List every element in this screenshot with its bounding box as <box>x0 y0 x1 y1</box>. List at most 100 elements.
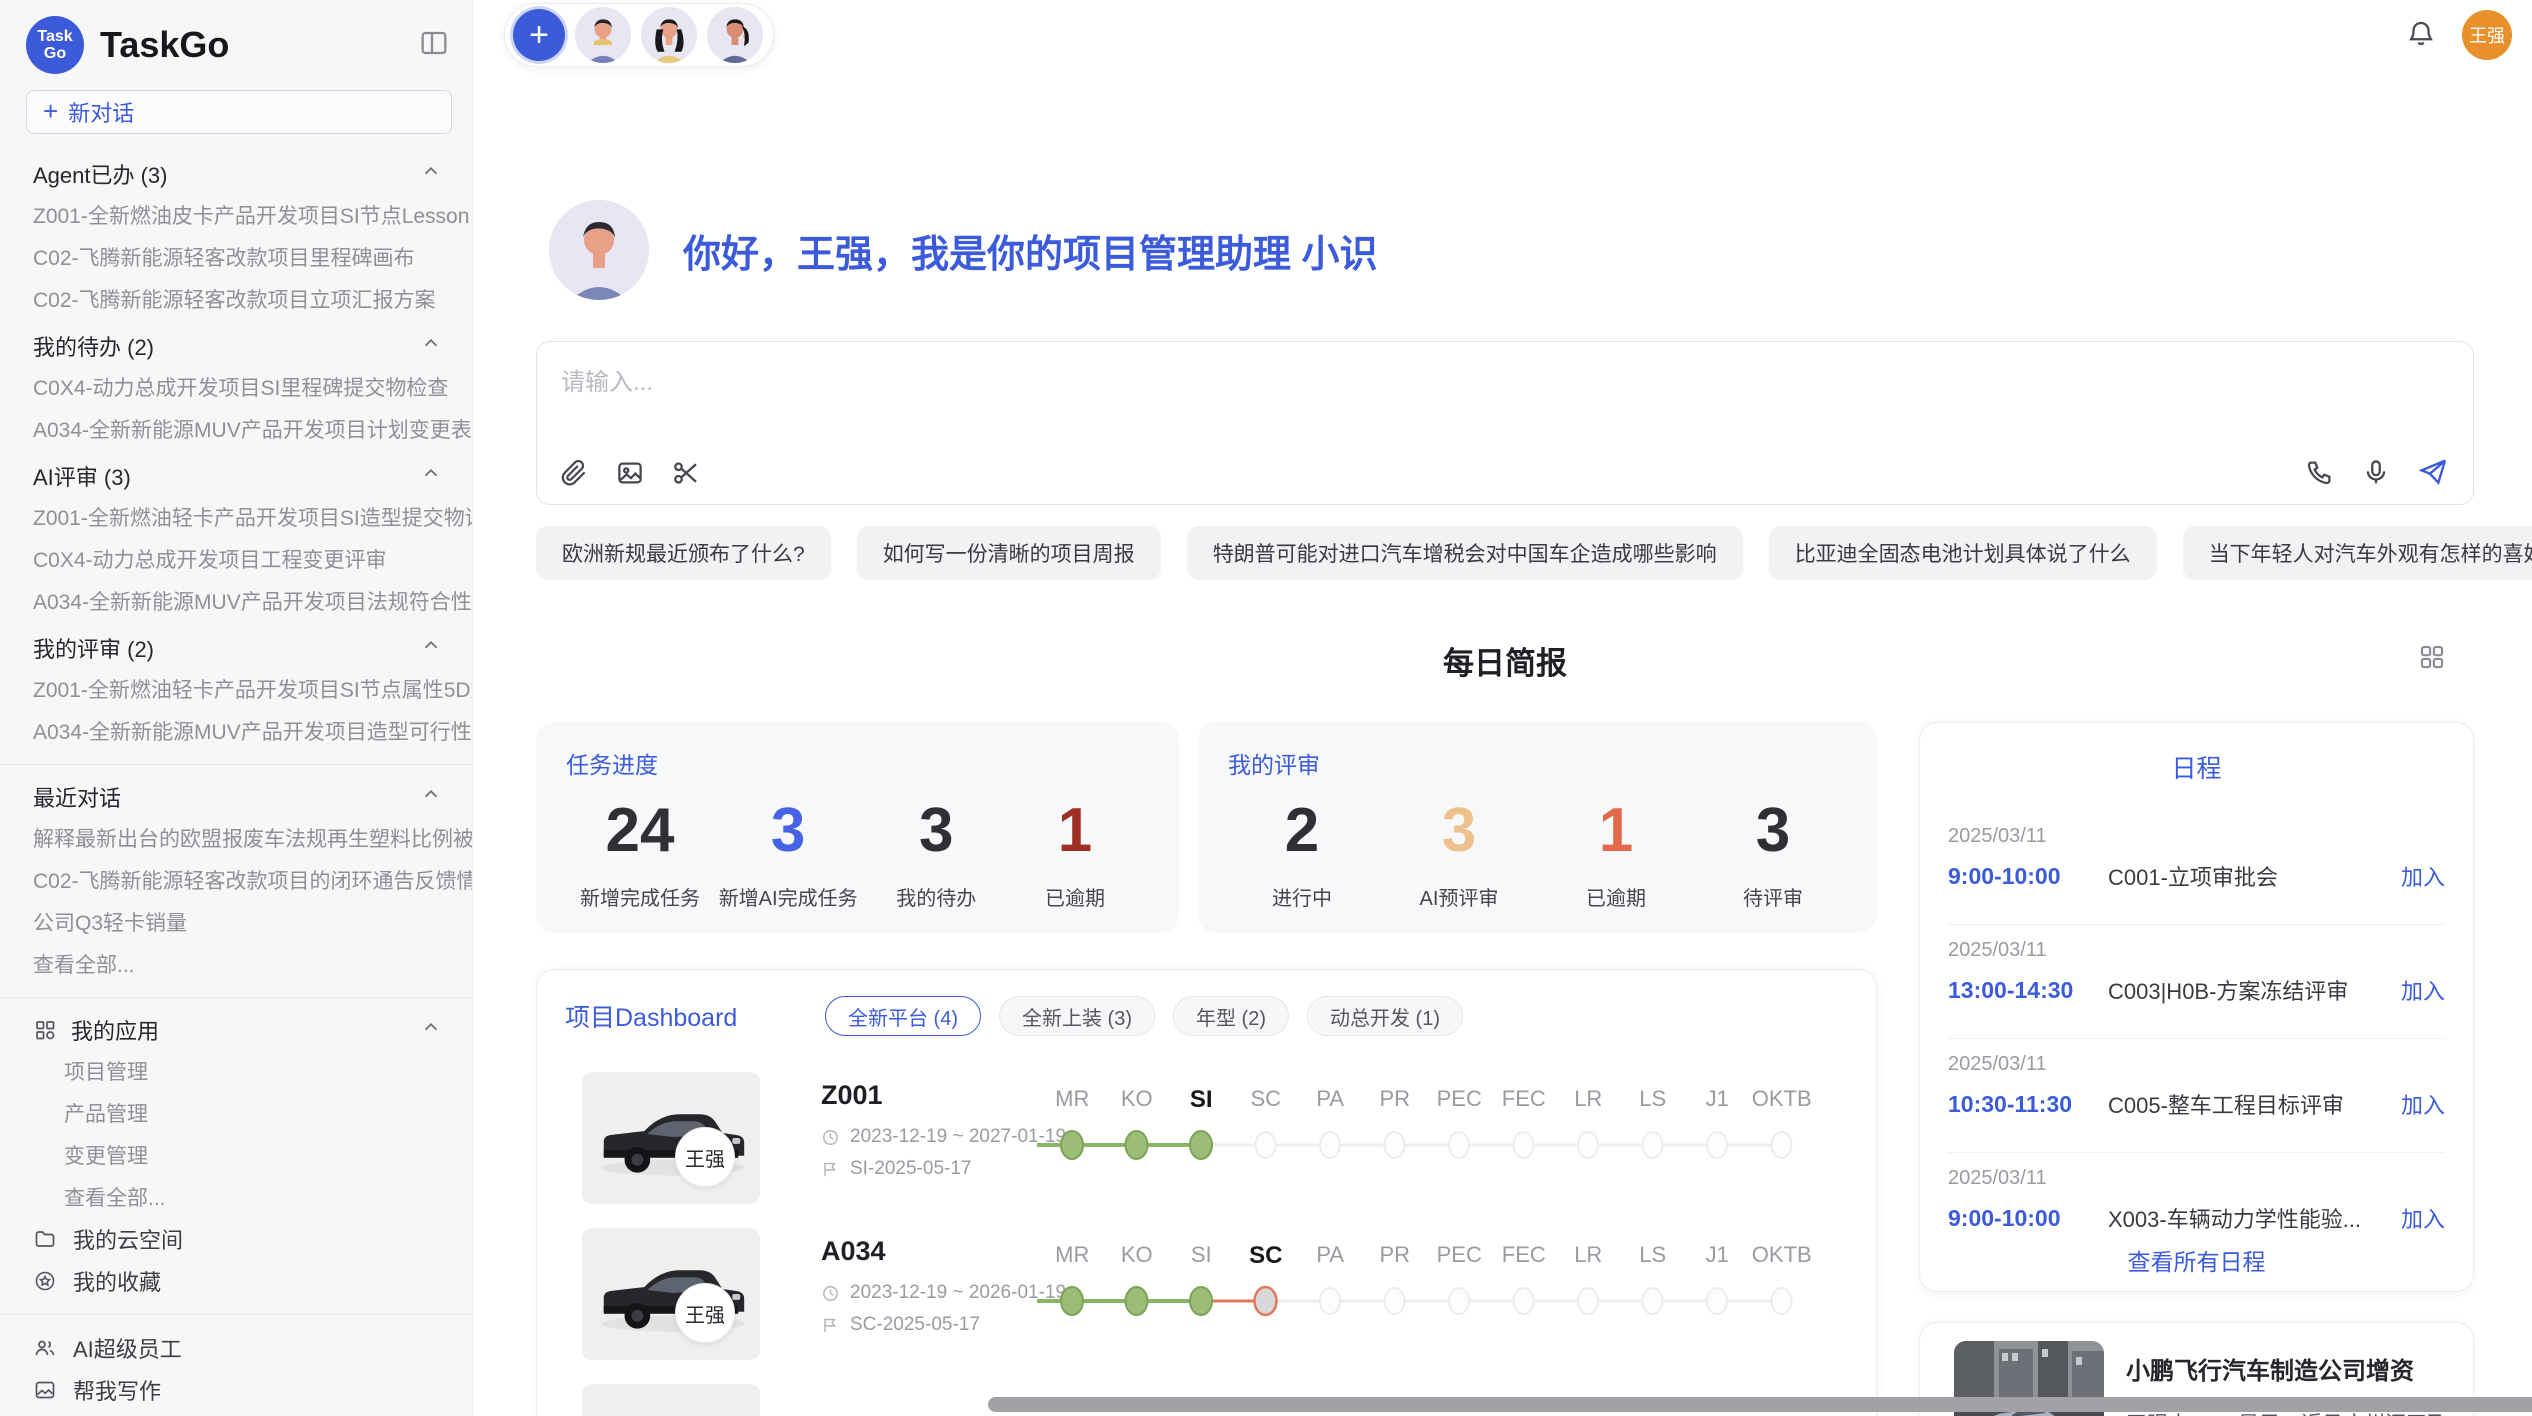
schedule-title: 日程 <box>1920 749 2473 785</box>
recent-conversation-item[interactable]: C02-飞腾新能源轻客改款项目的闭环通告反馈情况 <box>0 859 472 901</box>
app-item[interactable]: 变更管理 <box>0 1134 472 1176</box>
project-name[interactable]: Z001 <box>821 1080 883 1111</box>
chevron-up-icon[interactable] <box>420 332 442 360</box>
project-flag: SC-2025-05-17 <box>821 1314 980 1336</box>
dashboard-filter-chip[interactable]: 年型 (2) <box>1173 996 1289 1036</box>
clock-icon <box>821 1284 840 1303</box>
app-item[interactable]: 项目管理 <box>0 1050 472 1092</box>
schedule-event: 2025/03/1110:30-11:30C005-整车工程目标评审加入 <box>1948 1039 2445 1153</box>
suggestion-chips: 欧洲新规最近颁布了什么? 如何写一份清晰的项目周报特朗普可能对进口汽车增税会对中国… <box>536 526 2474 580</box>
stat-value: 24 <box>606 794 675 868</box>
owner-badge: 王强 <box>675 1283 735 1343</box>
event-time: 9:00-10:00 <box>1948 1205 2108 1232</box>
sidebar-section-my-apps-label: 我的应用 <box>71 1014 420 1046</box>
suggestion-chip[interactable]: 如何写一份清晰的项目周报 <box>857 526 1161 580</box>
project-image <box>582 1228 760 1360</box>
microphone-icon[interactable] <box>2361 457 2391 487</box>
sidebar-task-item[interactable]: C02-飞腾新能源轻客改款项目里程碑画布 <box>0 236 472 278</box>
sidebar-task-item[interactable]: Z001-全新燃油轻卡产品开发项目SI节点属性5D文件评审 <box>0 668 472 710</box>
milestone-track <box>1037 1280 1827 1327</box>
suggestion-chip[interactable]: 比亚迪全固态电池计划具体说了什么 <box>1769 526 2157 580</box>
project-name[interactable]: A034 <box>821 1236 886 1267</box>
voice-call-icon[interactable] <box>2305 457 2335 487</box>
milestone-label: PA <box>1298 1086 1363 1114</box>
attachment-icon[interactable] <box>559 458 589 488</box>
new-chat-button[interactable]: + 新对话 <box>26 90 452 134</box>
agent-avatar-2[interactable] <box>641 7 697 63</box>
join-button[interactable]: 加入 <box>2401 974 2445 1006</box>
sidebar-task-item[interactable]: C0X4-动力总成开发项目SI里程碑提交物检查 <box>0 366 472 408</box>
join-button[interactable]: 加入 <box>2401 1202 2445 1234</box>
collapse-sidebar-icon[interactable] <box>418 27 450 64</box>
sidebar-item-star[interactable]: 我的收藏 <box>0 1260 472 1302</box>
notification-bell-icon[interactable] <box>2406 18 2436 53</box>
suggestion-chip[interactable]: 当下年轻人对汽车外观有怎样的喜好趋势 <box>2183 526 2532 580</box>
composer-placeholder: 请输入... <box>561 362 653 397</box>
divider <box>0 764 472 765</box>
chevron-up-icon[interactable] <box>420 634 442 662</box>
composer-right-icons <box>2305 456 2449 488</box>
milestone-label: FEC <box>1492 1086 1557 1114</box>
milestone-label: LR <box>1556 1242 1621 1270</box>
stat-value: 2 <box>1285 794 1319 868</box>
project-row: 王强Z0012023-12-19 ~ 2027-01-19SI-2025-05-… <box>537 1072 1876 1232</box>
sidebar-task-item[interactable]: C02-飞腾新能源轻客改款项目立项汇报方案 <box>0 278 472 320</box>
send-icon[interactable] <box>2417 456 2449 488</box>
schedule-event: 2025/03/119:00-10:00C001-立项审批会加入 <box>1948 811 2445 925</box>
dashboard-filter-chip[interactable]: 动总开发 (1) <box>1307 996 1463 1036</box>
sidebar-item-folder[interactable]: 我的云空间 <box>0 1218 472 1260</box>
chat-composer[interactable]: 请输入... <box>536 341 2474 505</box>
stat-value: 3 <box>1442 794 1476 868</box>
chevron-up-icon[interactable] <box>420 160 442 188</box>
apps-view-all[interactable]: 查看全部... <box>0 1176 472 1218</box>
sidebar-task-item[interactable]: A034-全新新能源MUV产品开发项目造型可行性评审 <box>0 710 472 752</box>
composer-left-icons <box>559 458 701 488</box>
sidebar-tool-item[interactable]: 创意制图 <box>0 1411 472 1416</box>
stat: 3AI预评审 <box>1399 794 1519 911</box>
sidebar-tool-item[interactable]: 帮我写作 <box>0 1369 472 1411</box>
recent-conversation-item[interactable]: 公司Q3轻卡销量 <box>0 901 472 943</box>
agent-avatar-1[interactable] <box>575 7 631 63</box>
event-time: 13:00-14:30 <box>1948 977 2108 1004</box>
dashboard-title: 项目Dashboard <box>565 998 825 1034</box>
horizontal-scrollbar[interactable] <box>988 1397 2532 1412</box>
milestone-label: MR <box>1040 1086 1105 1114</box>
divider <box>0 997 472 998</box>
recent-conversation-item[interactable]: 解释最新出台的欧盟报废车法规再生塑料比例被调至15%... <box>0 817 472 859</box>
join-button[interactable]: 加入 <box>2401 1088 2445 1120</box>
recent-view-all[interactable]: 查看全部... <box>0 943 472 985</box>
app-item[interactable]: 产品管理 <box>0 1092 472 1134</box>
agent-avatar-3[interactable] <box>707 7 763 63</box>
dashboard-filter-chip[interactable]: 全新上装 (3) <box>999 996 1155 1036</box>
event-time: 9:00-10:00 <box>1948 863 2108 890</box>
stat-value: 3 <box>919 794 953 868</box>
user-avatar[interactable]: 王强 <box>2462 10 2512 60</box>
project-dates: 2023-12-19 ~ 2027-01-19 <box>821 1126 1066 1148</box>
sidebar-tool-item[interactable]: AI超级员工 <box>0 1327 472 1369</box>
stat-card-title: 任务进度 <box>566 746 1149 780</box>
sidebar-section-0: Agent已办 (3) <box>0 154 472 194</box>
milestone-label: PR <box>1363 1242 1428 1270</box>
chevron-up-icon[interactable] <box>420 462 442 490</box>
join-button[interactable]: 加入 <box>2401 860 2445 892</box>
dashboard-filter-chip[interactable]: 全新平台 (4) <box>825 996 981 1036</box>
sidebar-task-item[interactable]: A034-全新新能源MUV产品开发项目计划变更表编写 <box>0 408 472 450</box>
suggestion-chip[interactable]: 特朗普可能对进口汽车增税会对中国车企造成哪些影响 <box>1187 526 1743 580</box>
suggestion-chip[interactable]: 欧洲新规最近颁布了什么? <box>536 526 831 580</box>
view-all-schedule-link[interactable]: 查看所有日程 <box>1920 1243 2473 1277</box>
chevron-up-icon[interactable] <box>420 783 442 811</box>
agent-quick-bar: + <box>504 3 774 67</box>
sidebar-task-item[interactable]: A034-全新新能源MUV产品开发项目法规符合性评审 <box>0 580 472 622</box>
chevron-up-icon[interactable] <box>420 1016 442 1044</box>
insert-image-icon[interactable] <box>615 458 645 488</box>
layout-grid-icon[interactable] <box>2417 642 2447 677</box>
logo-line2: Go <box>44 45 66 62</box>
sidebar-section-1: 我的待办 (2) <box>0 326 472 366</box>
sidebar-task-item[interactable]: Z001-全新燃油轻卡产品开发项目SI造型提交物评审 <box>0 496 472 538</box>
add-agent-button[interactable]: + <box>513 9 565 61</box>
project-dashboard-card: 项目Dashboard 全新平台 (4) 全新上装 (3) 年型 (2) 动总开发 (… <box>536 969 1877 1416</box>
sidebar-task-item[interactable]: Z001-全新燃油皮卡产品开发项目SI节点Lesson Learn报告 <box>0 194 472 236</box>
dashboard-header: 项目Dashboard 全新平台 (4) 全新上装 (3) 年型 (2) 动总开发 (… <box>537 970 1876 1036</box>
sidebar-task-item[interactable]: C0X4-动力总成开发项目工程变更评审 <box>0 538 472 580</box>
scissors-icon[interactable] <box>671 458 701 488</box>
